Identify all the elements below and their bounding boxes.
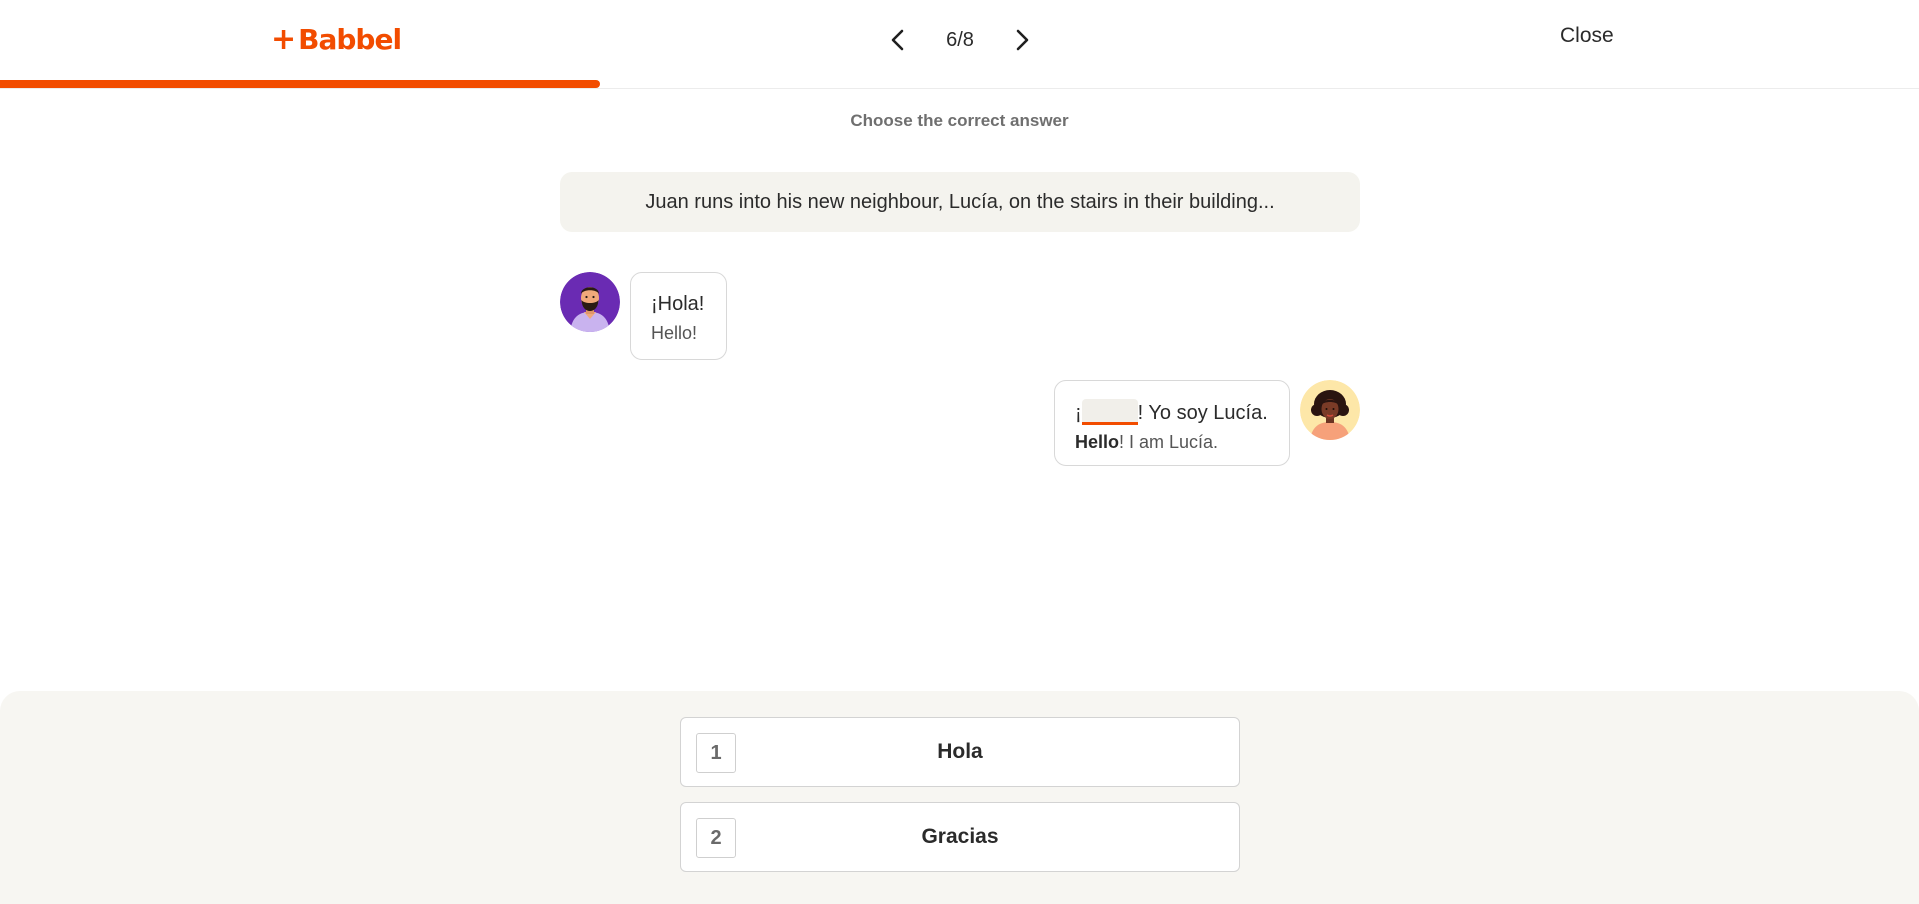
answer-label: Gracias — [921, 825, 999, 848]
answer-panel: Hola 1 Gracias 2 — [0, 691, 1919, 904]
message-translation: ! I am Lucía. — [1119, 432, 1219, 452]
previous-button[interactable] — [880, 22, 916, 58]
message-text-prefix: ¡ — [1075, 402, 1082, 424]
progress-bar — [0, 80, 1919, 89]
instruction-text: Choose the correct answer — [850, 111, 1069, 130]
answer-key: 2 — [696, 818, 736, 858]
next-button[interactable] — [1004, 22, 1040, 58]
close-button[interactable]: Close — [1560, 24, 1614, 48]
babbel-logo[interactable]: + Babbel — [271, 21, 402, 57]
message-text: ¡Hola! — [651, 293, 705, 315]
translation-highlight: Hello — [1075, 432, 1120, 452]
logo-text: Babbel — [298, 22, 402, 56]
pager: 6/8 — [880, 20, 1040, 60]
message-text-suffix: ! Yo soy Lucía. — [1137, 402, 1268, 424]
message-translation: Hello! — [651, 323, 698, 343]
page-counter: 6/8 — [946, 28, 974, 51]
context-card: Juan runs into his new neighbour, Lucía,… — [560, 172, 1360, 232]
answer-blank — [1081, 399, 1138, 425]
lucia-avatar — [1300, 380, 1360, 440]
chevron-left-icon — [891, 29, 904, 51]
answer-option-1[interactable]: Hola 1 — [680, 717, 1240, 787]
answer-label: Hola — [937, 740, 983, 763]
message-juan: ¡Hola! Hello! — [630, 272, 727, 360]
context-text: Juan runs into his new neighbour, Lucía,… — [645, 190, 1275, 213]
logo-plus: + — [271, 21, 296, 57]
answer-option-2[interactable]: Gracias 2 — [680, 802, 1240, 872]
progress-fill — [0, 80, 600, 88]
chevron-right-icon — [1016, 29, 1029, 51]
juan-avatar — [560, 272, 620, 332]
man-avatar-icon — [560, 272, 620, 332]
message-lucia: ¡ ! Yo soy Lucía. Hello! I am Lucía. — [1054, 380, 1290, 466]
top-bar: + Babbel 6/8 Close — [0, 0, 1919, 80]
answer-key: 1 — [696, 733, 736, 773]
woman-avatar-icon — [1300, 380, 1360, 440]
